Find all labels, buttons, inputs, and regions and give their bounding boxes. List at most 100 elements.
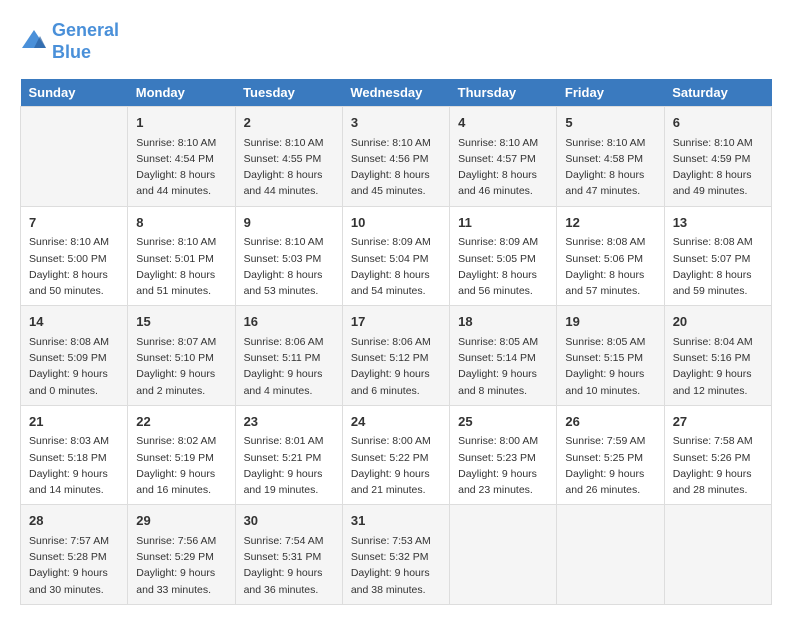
calendar-table: SundayMondayTuesdayWednesdayThursdayFrid… (20, 79, 772, 605)
calendar-cell: 23Sunrise: 8:01 AMSunset: 5:21 PMDayligh… (235, 405, 342, 505)
day-number: 4 (458, 113, 548, 133)
calendar-cell: 15Sunrise: 8:07 AMSunset: 5:10 PMDayligh… (128, 306, 235, 406)
calendar-cell (21, 107, 128, 207)
day-number: 5 (565, 113, 655, 133)
day-info: Sunrise: 8:05 AMSunset: 5:15 PMDaylight:… (565, 334, 655, 399)
day-number: 27 (673, 412, 763, 432)
day-header-thursday: Thursday (450, 79, 557, 107)
calendar-cell: 22Sunrise: 8:02 AMSunset: 5:19 PMDayligh… (128, 405, 235, 505)
logo-icon (20, 28, 48, 56)
calendar-cell: 25Sunrise: 8:00 AMSunset: 5:23 PMDayligh… (450, 405, 557, 505)
day-header-friday: Friday (557, 79, 664, 107)
calendar-cell: 14Sunrise: 8:08 AMSunset: 5:09 PMDayligh… (21, 306, 128, 406)
day-info: Sunrise: 7:53 AMSunset: 5:32 PMDaylight:… (351, 533, 441, 598)
day-number: 28 (29, 511, 119, 531)
day-info: Sunrise: 7:59 AMSunset: 5:25 PMDaylight:… (565, 433, 655, 498)
day-number: 30 (244, 511, 334, 531)
day-info: Sunrise: 8:08 AMSunset: 5:06 PMDaylight:… (565, 234, 655, 299)
day-number: 22 (136, 412, 226, 432)
day-number: 26 (565, 412, 655, 432)
week-row-3: 14Sunrise: 8:08 AMSunset: 5:09 PMDayligh… (21, 306, 772, 406)
week-row-2: 7Sunrise: 8:10 AMSunset: 5:00 PMDaylight… (21, 206, 772, 306)
calendar-cell: 9Sunrise: 8:10 AMSunset: 5:03 PMDaylight… (235, 206, 342, 306)
calendar-cell: 2Sunrise: 8:10 AMSunset: 4:55 PMDaylight… (235, 107, 342, 207)
day-number: 12 (565, 213, 655, 233)
day-info: Sunrise: 8:06 AMSunset: 5:12 PMDaylight:… (351, 334, 441, 399)
day-number: 9 (244, 213, 334, 233)
day-info: Sunrise: 8:07 AMSunset: 5:10 PMDaylight:… (136, 334, 226, 399)
week-row-4: 21Sunrise: 8:03 AMSunset: 5:18 PMDayligh… (21, 405, 772, 505)
calendar-cell: 1Sunrise: 8:10 AMSunset: 4:54 PMDaylight… (128, 107, 235, 207)
day-info: Sunrise: 8:05 AMSunset: 5:14 PMDaylight:… (458, 334, 548, 399)
day-header-monday: Monday (128, 79, 235, 107)
day-number: 10 (351, 213, 441, 233)
day-header-tuesday: Tuesday (235, 79, 342, 107)
calendar-cell (664, 505, 771, 605)
day-number: 11 (458, 213, 548, 233)
day-info: Sunrise: 8:10 AMSunset: 5:03 PMDaylight:… (244, 234, 334, 299)
day-info: Sunrise: 8:04 AMSunset: 5:16 PMDaylight:… (673, 334, 763, 399)
calendar-cell: 5Sunrise: 8:10 AMSunset: 4:58 PMDaylight… (557, 107, 664, 207)
day-number: 25 (458, 412, 548, 432)
day-number: 20 (673, 312, 763, 332)
day-info: Sunrise: 7:56 AMSunset: 5:29 PMDaylight:… (136, 533, 226, 598)
day-number: 29 (136, 511, 226, 531)
day-info: Sunrise: 8:08 AMSunset: 5:09 PMDaylight:… (29, 334, 119, 399)
logo: General Blue (20, 20, 119, 63)
day-info: Sunrise: 8:06 AMSunset: 5:11 PMDaylight:… (244, 334, 334, 399)
day-info: Sunrise: 8:00 AMSunset: 5:22 PMDaylight:… (351, 433, 441, 498)
calendar-cell: 3Sunrise: 8:10 AMSunset: 4:56 PMDaylight… (342, 107, 449, 207)
calendar-cell: 4Sunrise: 8:10 AMSunset: 4:57 PMDaylight… (450, 107, 557, 207)
day-info: Sunrise: 8:03 AMSunset: 5:18 PMDaylight:… (29, 433, 119, 498)
calendar-cell: 27Sunrise: 7:58 AMSunset: 5:26 PMDayligh… (664, 405, 771, 505)
day-header-saturday: Saturday (664, 79, 771, 107)
week-row-5: 28Sunrise: 7:57 AMSunset: 5:28 PMDayligh… (21, 505, 772, 605)
calendar-cell: 6Sunrise: 8:10 AMSunset: 4:59 PMDaylight… (664, 107, 771, 207)
calendar-cell (450, 505, 557, 605)
day-info: Sunrise: 8:00 AMSunset: 5:23 PMDaylight:… (458, 433, 548, 498)
day-number: 16 (244, 312, 334, 332)
calendar-cell: 16Sunrise: 8:06 AMSunset: 5:11 PMDayligh… (235, 306, 342, 406)
calendar-cell: 8Sunrise: 8:10 AMSunset: 5:01 PMDaylight… (128, 206, 235, 306)
calendar-cell: 31Sunrise: 7:53 AMSunset: 5:32 PMDayligh… (342, 505, 449, 605)
day-number: 17 (351, 312, 441, 332)
day-info: Sunrise: 7:54 AMSunset: 5:31 PMDaylight:… (244, 533, 334, 598)
calendar-cell: 19Sunrise: 8:05 AMSunset: 5:15 PMDayligh… (557, 306, 664, 406)
calendar-cell: 11Sunrise: 8:09 AMSunset: 5:05 PMDayligh… (450, 206, 557, 306)
day-info: Sunrise: 8:10 AMSunset: 4:57 PMDaylight:… (458, 135, 548, 200)
day-info: Sunrise: 8:09 AMSunset: 5:04 PMDaylight:… (351, 234, 441, 299)
calendar-cell: 21Sunrise: 8:03 AMSunset: 5:18 PMDayligh… (21, 405, 128, 505)
day-info: Sunrise: 8:10 AMSunset: 4:59 PMDaylight:… (673, 135, 763, 200)
day-header-sunday: Sunday (21, 79, 128, 107)
calendar-cell: 7Sunrise: 8:10 AMSunset: 5:00 PMDaylight… (21, 206, 128, 306)
day-number: 19 (565, 312, 655, 332)
day-number: 23 (244, 412, 334, 432)
calendar-cell: 17Sunrise: 8:06 AMSunset: 5:12 PMDayligh… (342, 306, 449, 406)
day-number: 7 (29, 213, 119, 233)
day-number: 1 (136, 113, 226, 133)
day-info: Sunrise: 8:10 AMSunset: 5:01 PMDaylight:… (136, 234, 226, 299)
calendar-cell (557, 505, 664, 605)
day-info: Sunrise: 7:57 AMSunset: 5:28 PMDaylight:… (29, 533, 119, 598)
calendar-cell: 20Sunrise: 8:04 AMSunset: 5:16 PMDayligh… (664, 306, 771, 406)
day-info: Sunrise: 8:10 AMSunset: 4:54 PMDaylight:… (136, 135, 226, 200)
day-number: 8 (136, 213, 226, 233)
day-number: 2 (244, 113, 334, 133)
day-info: Sunrise: 8:10 AMSunset: 4:56 PMDaylight:… (351, 135, 441, 200)
day-number: 6 (673, 113, 763, 133)
days-header-row: SundayMondayTuesdayWednesdayThursdayFrid… (21, 79, 772, 107)
calendar-cell: 18Sunrise: 8:05 AMSunset: 5:14 PMDayligh… (450, 306, 557, 406)
day-number: 31 (351, 511, 441, 531)
day-info: Sunrise: 8:10 AMSunset: 5:00 PMDaylight:… (29, 234, 119, 299)
calendar-cell: 29Sunrise: 7:56 AMSunset: 5:29 PMDayligh… (128, 505, 235, 605)
calendar-cell: 24Sunrise: 8:00 AMSunset: 5:22 PMDayligh… (342, 405, 449, 505)
logo-text: General Blue (52, 20, 119, 63)
day-number: 14 (29, 312, 119, 332)
day-number: 3 (351, 113, 441, 133)
calendar-cell: 30Sunrise: 7:54 AMSunset: 5:31 PMDayligh… (235, 505, 342, 605)
day-info: Sunrise: 8:09 AMSunset: 5:05 PMDaylight:… (458, 234, 548, 299)
day-info: Sunrise: 7:58 AMSunset: 5:26 PMDaylight:… (673, 433, 763, 498)
day-header-wednesday: Wednesday (342, 79, 449, 107)
day-number: 18 (458, 312, 548, 332)
day-number: 13 (673, 213, 763, 233)
